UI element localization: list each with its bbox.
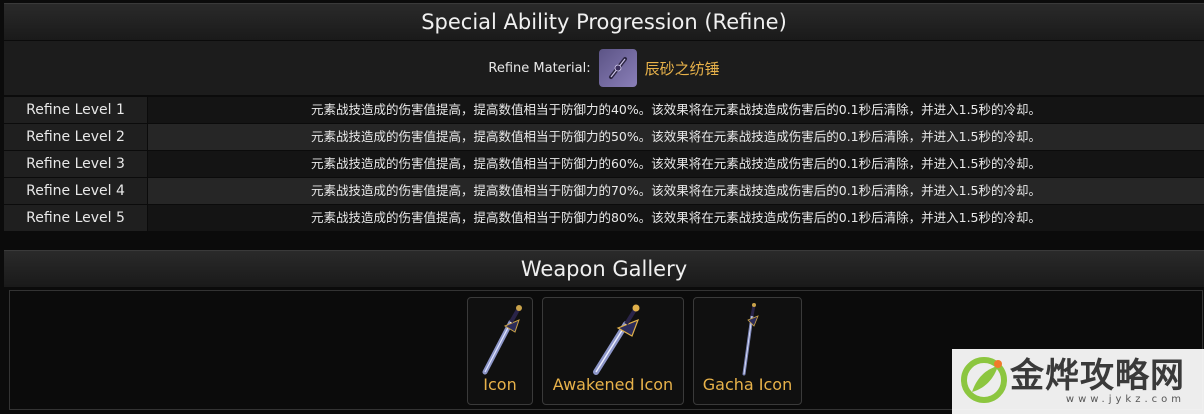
refine-material-name[interactable]: 辰砂之纺锤	[645, 58, 720, 79]
leaf-logo-icon	[958, 354, 1010, 410]
site-watermark: 金烨攻略网 www.jykz.com	[952, 349, 1204, 414]
spindle-material-icon[interactable]	[598, 49, 637, 87]
sword-icon	[468, 302, 532, 378]
refine-level-label: Refine Level 1	[4, 97, 148, 123]
refine-level-label: Refine Level 4	[4, 178, 148, 204]
gallery-section-title: Weapon Gallery	[4, 250, 1204, 287]
gallery-title-text: Weapon Gallery	[520, 257, 688, 281]
table-row: Refine Level 3 元素战技造成的伤害值提高，提高数值相当于防御力的6…	[4, 150, 1204, 177]
refine-level-description: 元素战技造成的伤害值提高，提高数值相当于防御力的70%。该效果将在元素战技造成伤…	[148, 178, 1204, 204]
refine-material-row: Refine Material: 辰砂之纺锤	[4, 41, 1204, 95]
table-row: Refine Level 5 元素战技造成的伤害值提高，提高数值相当于防御力的8…	[4, 204, 1204, 231]
gallery-card-awakened[interactable]: Awakened Icon	[542, 297, 684, 405]
table-row: Refine Level 2 元素战技造成的伤害值提高，提高数值相当于防御力的5…	[4, 123, 1204, 150]
refine-level-description: 元素战技造成的伤害值提高，提高数值相当于防御力的80%。该效果将在元素战技造成伤…	[148, 205, 1204, 231]
gallery-caption: Awakened Icon	[552, 375, 674, 394]
refine-section-title: Special Ability Progression (Refine)	[4, 3, 1204, 40]
refine-level-label: Refine Level 2	[4, 124, 148, 150]
table-row: Refine Level 1 元素战技造成的伤害值提高，提高数值相当于防御力的4…	[4, 96, 1204, 123]
watermark-text: 金烨攻略网 www.jykz.com	[1010, 358, 1185, 405]
refine-level-description: 元素战技造成的伤害值提高，提高数值相当于防御力的60%。该效果将在元素战技造成伤…	[148, 151, 1204, 177]
refine-level-label: Refine Level 5	[4, 205, 148, 231]
watermark-title: 金烨攻略网	[1010, 356, 1185, 396]
gallery-caption: Icon	[483, 375, 517, 394]
refine-level-description: 元素战技造成的伤害值提高，提高数值相当于防御力的50%。该效果将在元素战技造成伤…	[148, 124, 1204, 150]
table-row: Refine Level 4 元素战技造成的伤害值提高，提高数值相当于防御力的7…	[4, 177, 1204, 204]
refine-level-label: Refine Level 3	[4, 151, 148, 177]
sword-gacha-icon	[694, 302, 801, 378]
sword-awakened-icon	[543, 302, 683, 378]
gallery-caption: Gacha Icon	[702, 375, 793, 394]
refine-title-text: Special Ability Progression (Refine)	[421, 10, 787, 34]
refine-level-table: Refine Level 1 元素战技造成的伤害值提高，提高数值相当于防御力的4…	[4, 96, 1204, 231]
refine-level-description: 元素战技造成的伤害值提高，提高数值相当于防御力的40%。该效果将在元素战技造成伤…	[148, 97, 1204, 123]
gallery-card-icon[interactable]: Icon	[467, 297, 533, 405]
refine-material-label: Refine Material:	[488, 60, 591, 76]
gallery-card-gacha[interactable]: Gacha Icon	[693, 297, 802, 405]
